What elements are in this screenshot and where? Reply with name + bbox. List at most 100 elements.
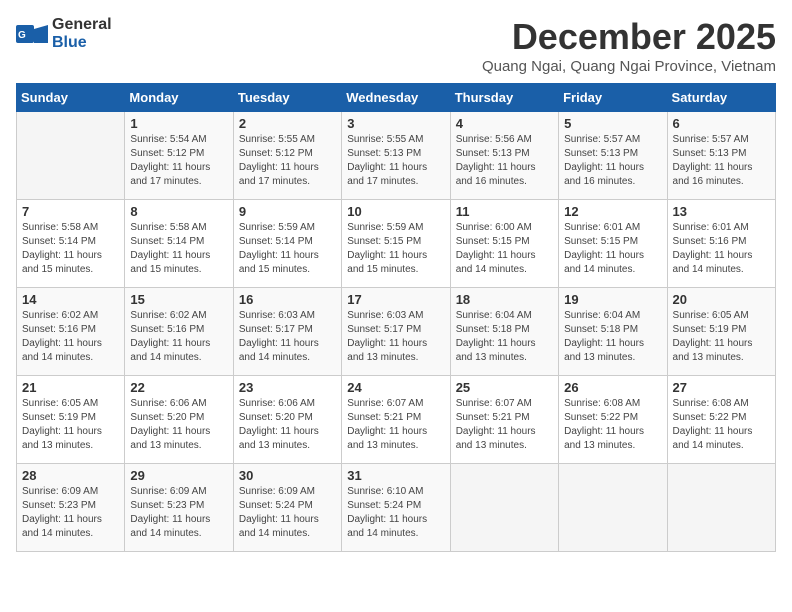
day-cell: 9 Sunrise: 5:59 AMSunset: 5:14 PMDayligh… <box>233 200 341 288</box>
day-cell <box>17 112 125 200</box>
day-cell: 7 Sunrise: 5:58 AMSunset: 5:14 PMDayligh… <box>17 200 125 288</box>
week-row-2: 14 Sunrise: 6:02 AMSunset: 5:16 PMDaylig… <box>17 288 776 376</box>
day-cell: 1 Sunrise: 5:54 AMSunset: 5:12 PMDayligh… <box>125 112 233 200</box>
day-cell: 16 Sunrise: 6:03 AMSunset: 5:17 PMDaylig… <box>233 288 341 376</box>
header-monday: Monday <box>125 84 233 112</box>
day-number: 19 <box>564 292 661 307</box>
day-info: Sunrise: 6:01 AMSunset: 5:16 PMDaylight:… <box>673 222 753 275</box>
day-info: Sunrise: 6:05 AMSunset: 5:19 PMDaylight:… <box>22 398 102 451</box>
day-cell: 24 Sunrise: 6:07 AMSunset: 5:21 PMDaylig… <box>342 376 450 464</box>
day-cell: 30 Sunrise: 6:09 AMSunset: 5:24 PMDaylig… <box>233 464 341 552</box>
day-number: 4 <box>456 116 553 131</box>
day-info: Sunrise: 5:59 AMSunset: 5:14 PMDaylight:… <box>239 222 319 275</box>
day-cell <box>667 464 775 552</box>
day-number: 6 <box>673 116 770 131</box>
day-cell: 3 Sunrise: 5:55 AMSunset: 5:13 PMDayligh… <box>342 112 450 200</box>
day-number: 12 <box>564 204 661 219</box>
day-number: 2 <box>239 116 336 131</box>
header-tuesday: Tuesday <box>233 84 341 112</box>
day-cell: 6 Sunrise: 5:57 AMSunset: 5:13 PMDayligh… <box>667 112 775 200</box>
day-cell: 4 Sunrise: 5:56 AMSunset: 5:13 PMDayligh… <box>450 112 558 200</box>
header-wednesday: Wednesday <box>342 84 450 112</box>
day-cell: 29 Sunrise: 6:09 AMSunset: 5:23 PMDaylig… <box>125 464 233 552</box>
day-info: Sunrise: 5:55 AMSunset: 5:13 PMDaylight:… <box>347 134 427 187</box>
day-number: 20 <box>673 292 770 307</box>
day-info: Sunrise: 6:01 AMSunset: 5:15 PMDaylight:… <box>564 222 644 275</box>
day-cell: 26 Sunrise: 6:08 AMSunset: 5:22 PMDaylig… <box>559 376 667 464</box>
day-info: Sunrise: 6:04 AMSunset: 5:18 PMDaylight:… <box>456 310 536 363</box>
day-cell: 27 Sunrise: 6:08 AMSunset: 5:22 PMDaylig… <box>667 376 775 464</box>
day-info: Sunrise: 6:00 AMSunset: 5:15 PMDaylight:… <box>456 222 536 275</box>
day-info: Sunrise: 5:57 AMSunset: 5:13 PMDaylight:… <box>564 134 644 187</box>
day-cell: 12 Sunrise: 6:01 AMSunset: 5:15 PMDaylig… <box>559 200 667 288</box>
day-number: 18 <box>456 292 553 307</box>
day-info: Sunrise: 6:03 AMSunset: 5:17 PMDaylight:… <box>347 310 427 363</box>
day-cell: 14 Sunrise: 6:02 AMSunset: 5:16 PMDaylig… <box>17 288 125 376</box>
day-number: 8 <box>130 204 227 219</box>
day-number: 5 <box>564 116 661 131</box>
day-number: 13 <box>673 204 770 219</box>
page-header: G General Blue December 2025 Quang Ngai,… <box>16 16 776 75</box>
day-info: Sunrise: 6:06 AMSunset: 5:20 PMDaylight:… <box>130 398 210 451</box>
location: Quang Ngai, Quang Ngai Province, Vietnam <box>482 58 776 75</box>
day-number: 31 <box>347 468 444 483</box>
day-number: 21 <box>22 380 119 395</box>
day-info: Sunrise: 6:10 AMSunset: 5:24 PMDaylight:… <box>347 486 427 539</box>
title-section: December 2025 Quang Ngai, Quang Ngai Pro… <box>482 16 776 75</box>
day-cell: 23 Sunrise: 6:06 AMSunset: 5:20 PMDaylig… <box>233 376 341 464</box>
day-cell: 22 Sunrise: 6:06 AMSunset: 5:20 PMDaylig… <box>125 376 233 464</box>
day-cell: 25 Sunrise: 6:07 AMSunset: 5:21 PMDaylig… <box>450 376 558 464</box>
day-cell: 11 Sunrise: 6:00 AMSunset: 5:15 PMDaylig… <box>450 200 558 288</box>
day-info: Sunrise: 6:06 AMSunset: 5:20 PMDaylight:… <box>239 398 319 451</box>
day-cell: 15 Sunrise: 6:02 AMSunset: 5:16 PMDaylig… <box>125 288 233 376</box>
day-cell: 20 Sunrise: 6:05 AMSunset: 5:19 PMDaylig… <box>667 288 775 376</box>
day-info: Sunrise: 6:07 AMSunset: 5:21 PMDaylight:… <box>347 398 427 451</box>
day-info: Sunrise: 6:07 AMSunset: 5:21 PMDaylight:… <box>456 398 536 451</box>
day-info: Sunrise: 5:58 AMSunset: 5:14 PMDaylight:… <box>130 222 210 275</box>
day-info: Sunrise: 6:09 AMSunset: 5:23 PMDaylight:… <box>130 486 210 539</box>
week-row-1: 7 Sunrise: 5:58 AMSunset: 5:14 PMDayligh… <box>17 200 776 288</box>
logo-icon: G <box>16 23 48 45</box>
day-cell: 17 Sunrise: 6:03 AMSunset: 5:17 PMDaylig… <box>342 288 450 376</box>
day-info: Sunrise: 5:57 AMSunset: 5:13 PMDaylight:… <box>673 134 753 187</box>
day-cell: 31 Sunrise: 6:10 AMSunset: 5:24 PMDaylig… <box>342 464 450 552</box>
day-info: Sunrise: 5:58 AMSunset: 5:14 PMDaylight:… <box>22 222 102 275</box>
day-cell: 10 Sunrise: 5:59 AMSunset: 5:15 PMDaylig… <box>342 200 450 288</box>
day-number: 16 <box>239 292 336 307</box>
logo: G General Blue <box>16 16 112 52</box>
day-cell: 13 Sunrise: 6:01 AMSunset: 5:16 PMDaylig… <box>667 200 775 288</box>
day-cell: 8 Sunrise: 5:58 AMSunset: 5:14 PMDayligh… <box>125 200 233 288</box>
svg-text:G: G <box>18 30 26 41</box>
day-number: 25 <box>456 380 553 395</box>
day-number: 15 <box>130 292 227 307</box>
day-number: 11 <box>456 204 553 219</box>
day-number: 29 <box>130 468 227 483</box>
day-cell: 18 Sunrise: 6:04 AMSunset: 5:18 PMDaylig… <box>450 288 558 376</box>
day-info: Sunrise: 6:09 AMSunset: 5:24 PMDaylight:… <box>239 486 319 539</box>
week-row-4: 28 Sunrise: 6:09 AMSunset: 5:23 PMDaylig… <box>17 464 776 552</box>
day-info: Sunrise: 6:04 AMSunset: 5:18 PMDaylight:… <box>564 310 644 363</box>
day-info: Sunrise: 6:03 AMSunset: 5:17 PMDaylight:… <box>239 310 319 363</box>
day-cell: 21 Sunrise: 6:05 AMSunset: 5:19 PMDaylig… <box>17 376 125 464</box>
day-info: Sunrise: 5:55 AMSunset: 5:12 PMDaylight:… <box>239 134 319 187</box>
day-cell: 19 Sunrise: 6:04 AMSunset: 5:18 PMDaylig… <box>559 288 667 376</box>
calendar-body: 1 Sunrise: 5:54 AMSunset: 5:12 PMDayligh… <box>17 112 776 552</box>
day-number: 24 <box>347 380 444 395</box>
header-friday: Friday <box>559 84 667 112</box>
header-row: SundayMondayTuesdayWednesdayThursdayFrid… <box>17 84 776 112</box>
day-info: Sunrise: 6:08 AMSunset: 5:22 PMDaylight:… <box>673 398 753 451</box>
calendar-header: SundayMondayTuesdayWednesdayThursdayFrid… <box>17 84 776 112</box>
day-cell <box>559 464 667 552</box>
day-info: Sunrise: 6:05 AMSunset: 5:19 PMDaylight:… <box>673 310 753 363</box>
day-cell: 28 Sunrise: 6:09 AMSunset: 5:23 PMDaylig… <box>17 464 125 552</box>
day-cell: 5 Sunrise: 5:57 AMSunset: 5:13 PMDayligh… <box>559 112 667 200</box>
day-cell <box>450 464 558 552</box>
day-number: 28 <box>22 468 119 483</box>
day-cell: 2 Sunrise: 5:55 AMSunset: 5:12 PMDayligh… <box>233 112 341 200</box>
week-row-0: 1 Sunrise: 5:54 AMSunset: 5:12 PMDayligh… <box>17 112 776 200</box>
header-sunday: Sunday <box>17 84 125 112</box>
day-info: Sunrise: 5:56 AMSunset: 5:13 PMDaylight:… <box>456 134 536 187</box>
day-number: 26 <box>564 380 661 395</box>
week-row-3: 21 Sunrise: 6:05 AMSunset: 5:19 PMDaylig… <box>17 376 776 464</box>
day-number: 7 <box>22 204 119 219</box>
